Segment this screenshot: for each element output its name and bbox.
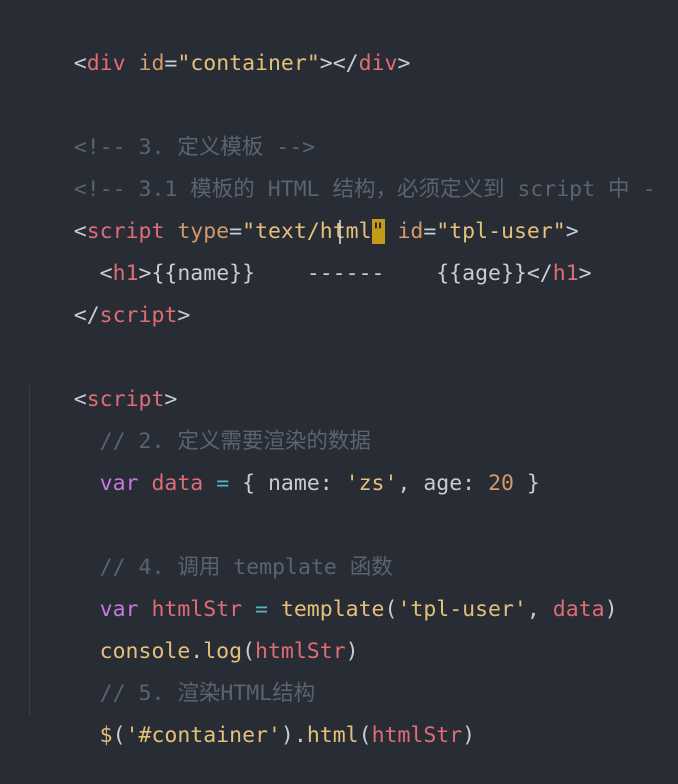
tag-bracket: </ — [73, 303, 100, 328]
object-key: name — [267, 471, 320, 496]
template-text: {{name}} ------ {{age}} — [151, 261, 527, 286]
method-name: html — [306, 723, 359, 748]
code-line-7[interactable]: </script> — [22, 268, 191, 328]
tag-name: script — [99, 303, 178, 328]
paren: ) — [345, 639, 359, 664]
object-key: age — [423, 471, 463, 496]
attr-value: "container" — [177, 51, 320, 76]
paren: ( — [112, 723, 126, 748]
code-line-9[interactable]: <script> — [22, 352, 178, 412]
colon: : — [319, 471, 346, 496]
string-value: 'zs' — [345, 471, 398, 496]
code-line-11[interactable]: var data = { name: 'zs', age: 20 } — [22, 436, 540, 496]
paren: ) — [280, 723, 294, 748]
code-line-6[interactable]: <h1>{{name}} ------ {{age}}</h1> — [22, 226, 592, 286]
tag-bracket: > — [578, 261, 592, 286]
tag-name: div — [86, 51, 126, 76]
string-value: '#container' — [125, 723, 281, 748]
comma: , — [526, 597, 553, 622]
dot: . — [293, 723, 307, 748]
number-value: 20 — [488, 471, 514, 496]
brace: { — [242, 471, 268, 496]
paren: ( — [384, 597, 398, 622]
code-line-17[interactable]: $('#container').html(htmlStr) — [22, 688, 475, 748]
string-value: 'tpl-user' — [397, 597, 527, 622]
code-editor[interactable]: <div id="container"></div> <!-- 3. 定义模板 … — [0, 9, 678, 748]
variable-name: data — [138, 471, 204, 496]
argument: htmlStr — [371, 723, 463, 748]
code-line-1[interactable]: <div id="container"></div> — [22, 16, 411, 76]
attr-name: id — [125, 51, 165, 76]
tag-bracket: </ — [332, 51, 359, 76]
paren: ) — [604, 597, 618, 622]
tag-bracket: > — [177, 303, 191, 328]
code-line-13[interactable]: // 4. 调用 template 函数 — [22, 520, 393, 580]
tag-bracket: < — [73, 51, 87, 76]
paren: ( — [358, 723, 372, 748]
operator: = — [203, 471, 243, 496]
comma: , — [397, 471, 424, 496]
paren: ) — [462, 723, 476, 748]
brace: } — [513, 471, 540, 496]
function-name: $ — [99, 723, 113, 748]
tag-name: div — [358, 51, 398, 76]
code-line-16[interactable]: // 5. 渲染HTML结构 — [22, 646, 315, 706]
code-line-10[interactable]: // 2. 定义需要渲染的数据 — [22, 394, 371, 454]
equals: = — [164, 51, 178, 76]
code-line-14[interactable]: var htmlStr = template('tpl-user', data) — [22, 562, 618, 622]
tag-bracket: > — [397, 51, 411, 76]
tag-name: h1 — [552, 261, 579, 286]
keyword: var — [99, 471, 139, 496]
code-line-3[interactable]: <!-- 3. 定义模板 --> — [22, 100, 315, 160]
tag-bracket: </ — [526, 261, 553, 286]
code-line-4[interactable]: <!-- 3.1 模板的 HTML 结构，必须定义到 script 中 - — [22, 142, 656, 202]
code-line-5[interactable]: <script type="text/html" id="tpl-user"> — [22, 184, 579, 244]
code-line-15[interactable]: console.log(htmlStr) — [22, 604, 359, 664]
colon: : — [462, 471, 489, 496]
tag-bracket: > — [319, 51, 333, 76]
argument: data — [552, 597, 605, 622]
